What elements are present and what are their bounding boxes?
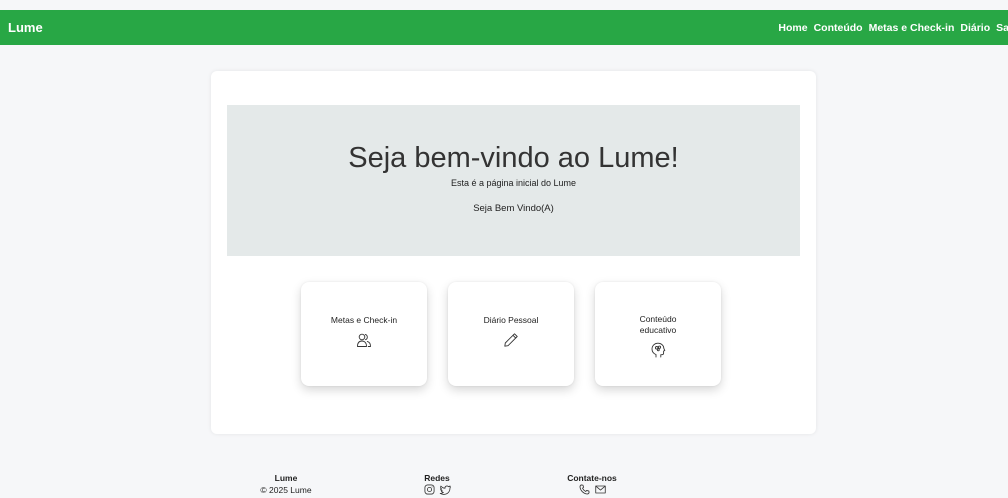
brain-head-icon	[651, 342, 666, 358]
feature-label-metas: Metas e Check-in	[330, 315, 398, 325]
users-icon	[357, 333, 371, 347]
footer-contact-icons	[552, 484, 632, 495]
footer-contact: Contate-nos	[552, 472, 632, 495]
brand-logo[interactable]: Lume	[8, 20, 43, 35]
footer-social-title: Redes	[424, 473, 450, 483]
nav-sair[interactable]: Sair	[996, 22, 1008, 34]
feature-label-diario: Diário Pessoal	[483, 315, 539, 325]
nav-links: Home Conteúdo Metas e Check-in Diário Sa…	[778, 22, 1008, 34]
footer-contact-title: Contate-nos	[567, 473, 617, 483]
footer-social-icons	[407, 484, 467, 495]
twitter-icon[interactable]	[439, 484, 452, 495]
phone-icon[interactable]	[578, 484, 591, 495]
pencil-icon	[504, 333, 518, 347]
hero-welcome: Seja Bem Vindo(A)	[473, 203, 554, 214]
navbar: Lume Home Conteúdo Metas e Check-in Diár…	[0, 10, 1008, 45]
hero-banner: Seja bem-vindo ao Lume! Esta é a página …	[227, 105, 800, 256]
feature-card-metas[interactable]: Metas e Check-in	[301, 282, 427, 386]
instagram-icon[interactable]	[423, 484, 436, 495]
footer: Lume © 2025 Lume Redes Contate-nos	[0, 472, 1008, 498]
nav-metas-checkin[interactable]: Metas e Check-in	[869, 22, 955, 34]
feature-card-conteudo[interactable]: Conteúdo educativo	[595, 282, 721, 386]
main-card: Seja bem-vindo ao Lume! Esta é a página …	[211, 71, 816, 434]
footer-brand: Lume © 2025 Lume	[246, 472, 326, 496]
footer-brand-title: Lume	[274, 473, 298, 483]
nav-conteudo[interactable]: Conteúdo	[814, 22, 863, 34]
footer-copyright: © 2025 Lume	[260, 485, 312, 495]
mail-icon[interactable]	[594, 484, 607, 495]
nav-home[interactable]: Home	[778, 22, 807, 34]
hero-title: Seja bem-vindo ao Lume!	[348, 142, 679, 174]
footer-social: Redes	[407, 472, 467, 495]
feature-label-conteudo: Conteúdo educativo	[639, 314, 677, 335]
nav-diario[interactable]: Diário	[960, 22, 990, 34]
hero-subtitle: Esta é a página inicial do Lume	[450, 178, 577, 188]
feature-card-diario[interactable]: Diário Pessoal	[448, 282, 574, 386]
